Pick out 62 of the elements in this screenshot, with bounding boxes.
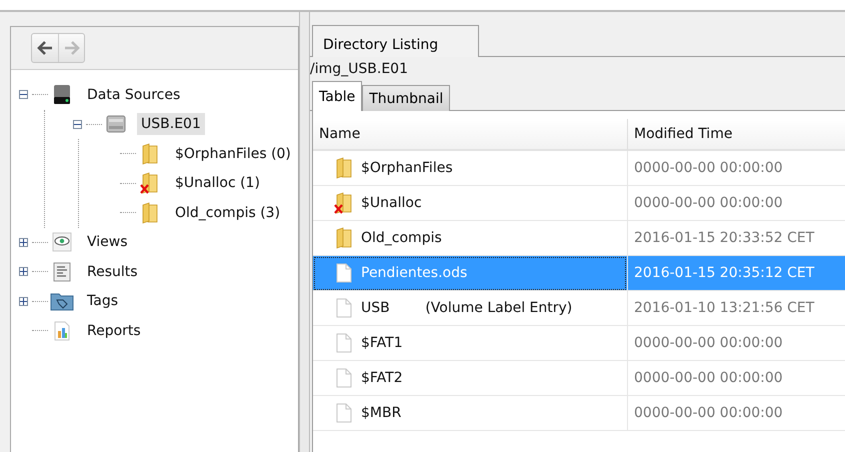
file-icon <box>336 263 352 283</box>
expand-toggle[interactable] <box>19 267 28 276</box>
name-cell[interactable]: $FAT2 <box>313 361 627 396</box>
deleted-folder-icon <box>334 192 354 214</box>
tab[interactable]: Table <box>312 81 362 111</box>
collapse-toggle[interactable] <box>73 120 82 129</box>
tree-item[interactable]: Tags <box>83 290 122 312</box>
folder-icon <box>140 202 160 224</box>
collapse-toggle[interactable] <box>19 90 28 100</box>
tree-item[interactable]: Views <box>83 231 132 254</box>
name-cell[interactable]: $MBR <box>313 396 627 431</box>
forward-arrow-icon <box>64 41 80 55</box>
folder-icon <box>140 142 160 165</box>
file-name: $MBR <box>361 405 402 421</box>
file-name: USB (Volume Label Entry) <box>361 300 572 316</box>
tree-item[interactable]: $Unalloc (1) <box>171 172 264 194</box>
file-name: $OrphanFiles <box>361 160 453 176</box>
table-cell: 0000-00-00 00:00:00 <box>627 396 845 431</box>
folder-icon <box>334 227 354 249</box>
table-cell: 0000-00-00 00:00:00 <box>627 326 845 361</box>
name-cell[interactable]: $Unalloc <box>313 186 627 221</box>
tree-item[interactable]: Data Sources <box>83 84 184 106</box>
name-cell[interactable]: USB (Volume Label Entry) <box>313 291 627 326</box>
file-icon <box>336 298 352 318</box>
tab[interactable]: Directory Listing <box>312 25 480 57</box>
tree-item[interactable]: $OrphanFiles (0) <box>171 142 295 165</box>
file-name: Old_compis <box>361 230 442 246</box>
name-cell[interactable]: $OrphanFiles <box>313 151 627 186</box>
back-arrow-icon <box>37 41 53 55</box>
plus-icon <box>20 298 27 305</box>
table-cell: 0000-00-00 00:00:00 <box>627 361 845 396</box>
file-name: $Unalloc <box>361 195 422 211</box>
file-name: $FAT1 <box>361 335 403 351</box>
tree-item[interactable]: Results <box>83 260 142 283</box>
folder-icon <box>334 157 354 179</box>
table-cell: 2016-01-15 20:35:12 CET <box>627 256 845 291</box>
table-cell: 0000-00-00 00:00:00 <box>627 151 845 186</box>
file-name: Pendientes.ods <box>361 265 468 281</box>
name-cell[interactable]: $FAT1 <box>313 326 627 361</box>
hard-disk-icon <box>52 84 72 106</box>
eye-icon <box>52 232 72 252</box>
expand-toggle[interactable] <box>19 296 28 306</box>
tab[interactable]: Thumbnail <box>362 85 450 111</box>
expand-toggle[interactable] <box>19 238 28 247</box>
tree-item[interactable]: Old_compis (3) <box>171 202 284 224</box>
tree-item[interactable]: USB.E01 <box>137 113 205 136</box>
plus-icon <box>20 238 27 246</box>
table-cell: 0000-00-00 00:00:00 <box>627 186 845 221</box>
file-icon <box>336 403 352 423</box>
file-icon <box>336 333 352 353</box>
tree-item[interactable]: Reports <box>83 320 145 342</box>
drive-icon <box>105 113 127 136</box>
table-cell: 2016-01-10 13:21:56 CET <box>627 291 845 326</box>
tag-folder-icon <box>50 291 74 312</box>
path-label: /img_USB.E01 <box>310 60 409 79</box>
report-chart-icon <box>54 320 70 341</box>
file-icon <box>336 368 352 388</box>
column-header[interactable]: Modified Time <box>627 119 845 151</box>
deleted-folder-icon <box>140 172 160 194</box>
document-list-icon <box>53 262 71 282</box>
file-name: $FAT2 <box>361 370 403 386</box>
plus-icon <box>20 268 27 276</box>
